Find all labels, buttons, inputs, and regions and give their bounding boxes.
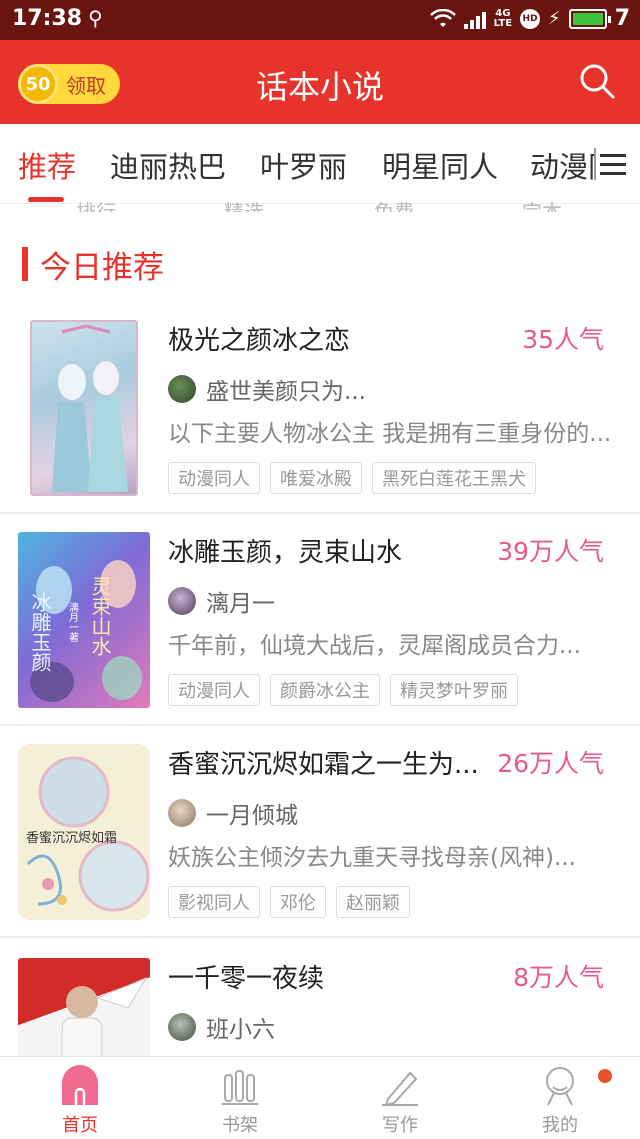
- book-author[interactable]: 盛世美颜只为...: [168, 372, 366, 406]
- avatar: [168, 587, 196, 615]
- book-cover: 冰雕玉颜 灵束山水 漓月一著: [18, 532, 150, 708]
- status-icons: 4G LTE HD ⚡ 7: [429, 6, 630, 31]
- quick-link-ranking[interactable]: 排行: [76, 196, 116, 212]
- book-item[interactable]: 一千零一夜续 8万人气 班小六: [0, 940, 640, 1056]
- book-tags: 动漫同人 唯爱冰殿 黑死白莲花王黑犬: [168, 462, 536, 494]
- quick-link-featured[interactable]: 精选: [224, 196, 264, 212]
- avatar: [168, 375, 196, 403]
- avatar: [168, 799, 196, 827]
- tab-menu-button[interactable]: [594, 142, 634, 186]
- nav-bookshelf[interactable]: 书架: [160, 1057, 320, 1139]
- bottom-nav: 首页 书架 写作 我的: [0, 1056, 640, 1138]
- book-item[interactable]: 香蜜沉沉烬如霜 香蜜沉沉烬如霜之一生为... 26万人气 一月倾城 妖族公主倾汐…: [0, 726, 640, 938]
- signal-icon: [463, 9, 486, 29]
- book-title[interactable]: 香蜜沉沉烬如霜之一生为...: [168, 744, 479, 781]
- book-author[interactable]: 班小六: [168, 1010, 275, 1044]
- book-tag[interactable]: 唯爱冰殿: [270, 462, 362, 494]
- book-popularity: 39万人气: [497, 537, 604, 566]
- cover-title: 香蜜沉沉烬如霜: [26, 830, 117, 846]
- avatar: [168, 1013, 196, 1041]
- book-tag[interactable]: 精灵梦叶罗丽: [390, 674, 518, 706]
- tab-recommend[interactable]: 推荐: [18, 144, 76, 186]
- category-tabs: 推荐 迪丽热巴 叶罗丽 明星同人 动漫同: [0, 124, 640, 204]
- quick-link-completed[interactable]: 完本: [522, 196, 562, 212]
- cover-title-left: 冰雕玉颜: [28, 592, 52, 672]
- book-item[interactable]: 极光之颜冰之恋 35人气 盛世美颜只为... 以下主要人物冰公主 我是拥有三重身…: [0, 302, 640, 514]
- book-tag[interactable]: 黑死白莲花王黑犬: [372, 462, 536, 494]
- book-title[interactable]: 一千零一夜续: [168, 958, 324, 995]
- book-description: 妖族公主倾汐去九重天寻找母亲(风神)...: [168, 845, 576, 871]
- active-tab-indicator: [28, 197, 64, 202]
- section-marker: [22, 247, 28, 281]
- cover-title-right: 灵束山水: [88, 576, 112, 656]
- battery-icon: [568, 8, 611, 29]
- pen-icon: [382, 1071, 418, 1107]
- home-icon: [62, 1065, 98, 1105]
- charging-icon: ⚡: [548, 8, 561, 29]
- book-tags: 影视同人 邓伦 赵丽颖: [168, 886, 410, 918]
- book-description: 千年前，仙境大战后，灵犀阁成员合力...: [168, 633, 581, 659]
- book-popularity: 35人气: [522, 325, 604, 354]
- notification-dot: [598, 1069, 612, 1083]
- book-tag[interactable]: 赵丽颖: [336, 886, 410, 918]
- status-time: 17:38: [12, 6, 83, 31]
- book-cover: [30, 320, 138, 496]
- book-cover: [18, 958, 150, 1056]
- network-type: 4G LTE: [493, 7, 513, 29]
- status-bar: 17:38 ⚲ 4G LTE HD ⚡ 7: [0, 0, 640, 40]
- tab-celebrity-fanfic[interactable]: 明星同人: [382, 144, 498, 186]
- app-header: 50 领取 话本小说: [0, 40, 640, 124]
- nav-profile[interactable]: 我的: [480, 1057, 640, 1139]
- tab-yeluoli[interactable]: 叶罗丽: [260, 144, 347, 186]
- book-description: 以下主要人物冰公主 我是拥有三重身份的...: [168, 421, 612, 447]
- book-popularity: 26万人气: [497, 749, 604, 778]
- book-tag[interactable]: 影视同人: [168, 886, 260, 918]
- nav-home[interactable]: 首页: [0, 1057, 160, 1139]
- wifi-icon: [429, 8, 456, 27]
- book-tag[interactable]: 动漫同人: [168, 462, 260, 494]
- book-tag[interactable]: 邓伦: [270, 886, 326, 918]
- profile-icon: [546, 1067, 574, 1106]
- app-title: 话本小说: [255, 68, 384, 106]
- book-tag[interactable]: 颜爵冰公主: [270, 674, 380, 706]
- usb-icon: ⚲: [88, 6, 103, 30]
- cover-author: 漓月一著: [67, 601, 79, 642]
- book-item[interactable]: 冰雕玉颜 灵束山水 漓月一著 冰雕玉颜，灵束山水 39万人气 漓月一 千年前，仙…: [0, 514, 640, 726]
- book-cover: 香蜜沉沉烬如霜: [18, 744, 150, 920]
- hd-icon: HD: [520, 8, 541, 29]
- search-icon[interactable]: [578, 62, 616, 100]
- book-tags: 动漫同人 颜爵冰公主 精灵梦叶罗丽: [168, 674, 518, 706]
- bookshelf-icon: [222, 1070, 258, 1105]
- book-popularity: 8万人气: [513, 963, 604, 992]
- book-author[interactable]: 漓月一: [168, 584, 275, 618]
- book-title[interactable]: 极光之颜冰之恋: [168, 320, 350, 357]
- battery-level: 7: [614, 6, 630, 31]
- quick-link-free[interactable]: 免费: [374, 196, 414, 212]
- book-author[interactable]: 一月倾城: [168, 796, 298, 830]
- nav-write[interactable]: 写作: [320, 1057, 480, 1139]
- book-title[interactable]: 冰雕玉颜，灵束山水: [168, 532, 402, 569]
- tab-dilireba[interactable]: 迪丽热巴: [110, 144, 226, 186]
- section-title: 今日推荐: [22, 244, 164, 286]
- book-tag[interactable]: 动漫同人: [168, 674, 260, 706]
